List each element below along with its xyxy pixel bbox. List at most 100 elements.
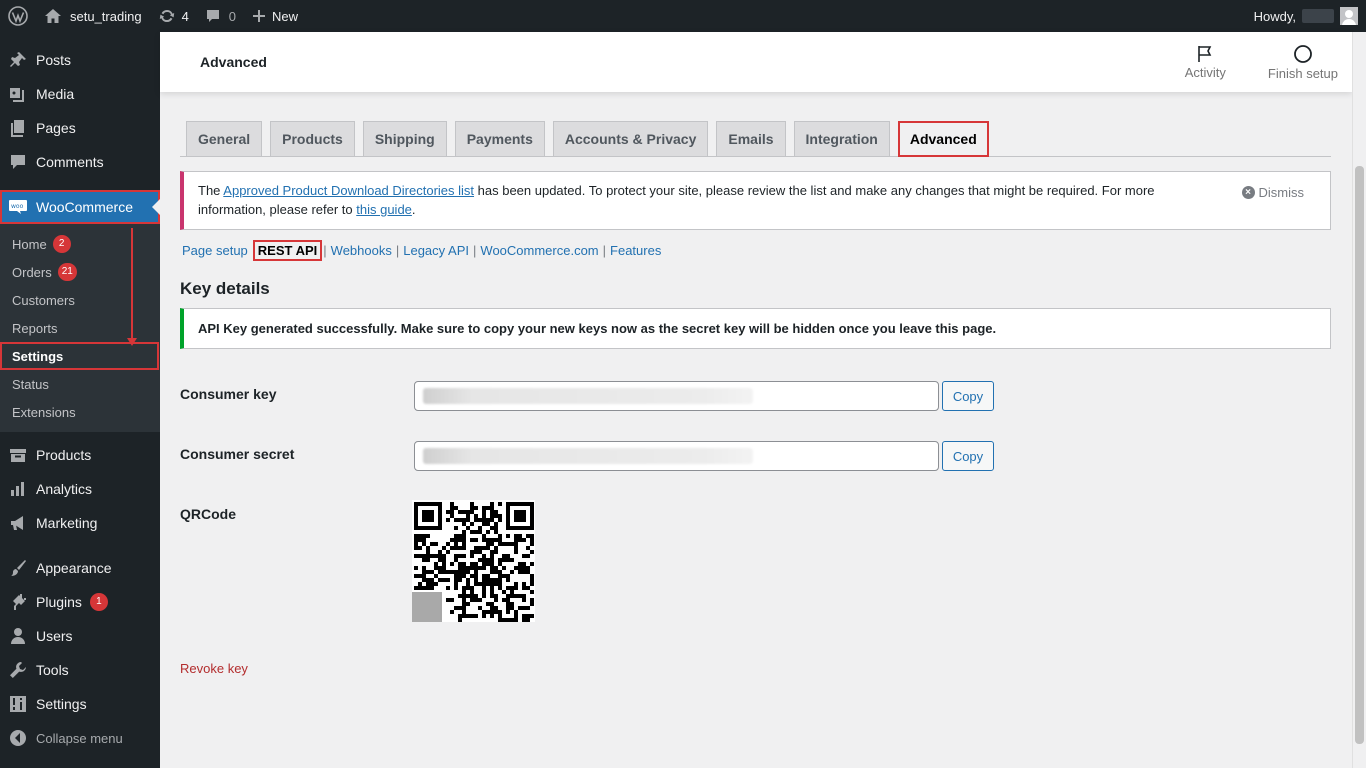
- dismiss-label: Dismiss: [1258, 185, 1305, 200]
- consumer-key-field[interactable]: [414, 381, 939, 411]
- notice-text: The Approved Product Download Directorie…: [198, 181, 1208, 219]
- success-message: API Key generated successfully. Make sur…: [198, 321, 997, 336]
- comments-count: 0: [228, 8, 237, 24]
- menu-item-settings[interactable]: Settings: [0, 687, 160, 721]
- submenu-item-settings[interactable]: Settings: [0, 342, 159, 370]
- menu-label: Pages: [36, 120, 76, 136]
- plus-icon: [252, 9, 266, 23]
- notice-text-part: .: [411, 202, 416, 217]
- new-label: New: [272, 8, 299, 24]
- menu-item-users[interactable]: Users: [0, 619, 160, 653]
- page-scrollbar[interactable]: [1352, 32, 1366, 768]
- menu-item-tools[interactable]: Tools: [0, 653, 160, 687]
- qrcode-image: [412, 500, 535, 622]
- tab-advanced[interactable]: Advanced: [897, 121, 989, 157]
- submenu-label: Reports: [12, 320, 58, 336]
- copy-consumer-key-button[interactable]: Copy: [942, 381, 994, 411]
- tab-integration[interactable]: Integration: [793, 121, 890, 156]
- consumer-key-label: Consumer key: [180, 386, 277, 402]
- annotation-arrow-line: [131, 228, 133, 340]
- pages-icon: [8, 118, 28, 138]
- tab-shipping[interactable]: Shipping: [362, 121, 447, 156]
- updates-icon: [158, 7, 176, 25]
- tab-general[interactable]: General: [186, 121, 263, 156]
- submenu-item-customers[interactable]: Customers: [0, 286, 160, 314]
- subnav-woocommerce-com[interactable]: WooCommerce.com: [480, 243, 598, 258]
- subnav-features[interactable]: Features: [610, 243, 661, 258]
- submenu-label: Settings: [12, 348, 64, 364]
- collapse-icon: [8, 728, 28, 748]
- qrcode-label: QRCode: [180, 506, 236, 522]
- dismiss-button[interactable]: × Dismiss: [1241, 183, 1305, 202]
- tab-emails[interactable]: Emails: [716, 121, 786, 156]
- submenu-label: Orders: [12, 264, 52, 280]
- tab-payments[interactable]: Payments: [454, 121, 545, 156]
- progress-ring-icon: [1293, 44, 1313, 66]
- svg-text:woo: woo: [11, 203, 24, 210]
- woocommerce-header: Advanced Activity Finish setup: [160, 32, 1352, 92]
- revoke-key-link[interactable]: Revoke key: [180, 661, 248, 676]
- menu-label: Settings: [36, 696, 87, 712]
- updates-link[interactable]: 4: [150, 0, 197, 32]
- menu-label: Products: [36, 447, 92, 463]
- pushpin-icon: [8, 50, 28, 70]
- download-directories-notice: The Approved Product Download Directorie…: [180, 171, 1331, 230]
- menu-label: Analytics: [36, 481, 93, 497]
- subnav-webhooks[interactable]: Webhooks: [331, 243, 392, 258]
- close-circle-icon: ×: [1241, 186, 1255, 199]
- menu-item-media[interactable]: Media: [0, 77, 160, 111]
- submenu-item-status[interactable]: Status: [0, 370, 160, 398]
- wordpress-logo-icon[interactable]: [0, 0, 36, 32]
- archive-icon: [8, 445, 28, 465]
- menu-item-marketing[interactable]: Marketing: [0, 506, 160, 540]
- site-name-link[interactable]: setu_trading: [36, 0, 150, 32]
- menu-item-comments[interactable]: Comments: [0, 145, 160, 179]
- tab-accounts-privacy[interactable]: Accounts & Privacy: [552, 121, 709, 156]
- menu-item-plugins[interactable]: Plugins 1: [0, 585, 160, 619]
- menu-label: Posts: [36, 52, 72, 68]
- submenu-item-extensions[interactable]: Extensions: [0, 398, 160, 426]
- consumer-secret-field[interactable]: [414, 441, 939, 471]
- page-title: Advanced: [200, 54, 267, 70]
- separator: |: [473, 243, 477, 258]
- submenu-label: Customers: [12, 292, 75, 308]
- submenu-item-orders[interactable]: Orders 21: [0, 258, 160, 286]
- menu-item-appearance[interactable]: Appearance: [0, 551, 160, 585]
- annotation-arrow-head: [127, 338, 137, 346]
- scrollbar-thumb[interactable]: [1355, 166, 1364, 744]
- approved-directories-link[interactable]: Approved Product Download Directories li…: [223, 183, 474, 198]
- menu-item-products[interactable]: Products: [0, 438, 160, 472]
- copy-consumer-secret-button[interactable]: Copy: [942, 441, 994, 471]
- submenu-item-home[interactable]: Home 2: [0, 230, 160, 258]
- howdy-label: Howdy,: [1253, 8, 1296, 24]
- menu-label: Plugins: [36, 594, 82, 610]
- menu-item-analytics[interactable]: Analytics: [0, 472, 160, 506]
- activity-button[interactable]: Activity: [1157, 32, 1254, 92]
- woocommerce-submenu: Home 2 Orders 21 Customers Reports Setti…: [0, 224, 160, 432]
- finish-setup-button[interactable]: Finish setup: [1254, 32, 1352, 92]
- subnav-legacy-api[interactable]: Legacy API: [403, 243, 469, 258]
- this-guide-link[interactable]: this guide: [356, 202, 412, 217]
- flag-icon: [1196, 45, 1214, 65]
- user-icon: [8, 626, 28, 646]
- header-actions: Activity Finish setup: [1157, 32, 1352, 92]
- notification-badge: 1: [89, 593, 108, 611]
- settings-tabs: General Products Shipping Payments Accou…: [180, 121, 1331, 157]
- sliders-icon: [8, 694, 28, 714]
- comment-icon: [8, 152, 28, 172]
- tab-products[interactable]: Products: [270, 121, 355, 156]
- submenu-label: Status: [12, 376, 49, 392]
- new-content-link[interactable]: New: [244, 0, 306, 32]
- menu-item-posts[interactable]: Posts: [0, 43, 160, 77]
- menu-item-pages[interactable]: Pages: [0, 111, 160, 145]
- menu-item-woocommerce[interactable]: woo WooCommerce: [0, 190, 160, 224]
- subnav-page-setup[interactable]: Page setup: [182, 243, 248, 258]
- my-account[interactable]: Howdy,: [1254, 0, 1366, 32]
- separator: |: [323, 243, 327, 258]
- redacted-value: [423, 388, 753, 404]
- comments-link[interactable]: 0: [197, 0, 244, 32]
- comment-icon: [205, 8, 221, 24]
- subnav-rest-api[interactable]: REST API: [252, 240, 323, 261]
- collapse-menu-button[interactable]: Collapse menu: [0, 721, 160, 755]
- menu-label: WooCommerce: [36, 199, 133, 215]
